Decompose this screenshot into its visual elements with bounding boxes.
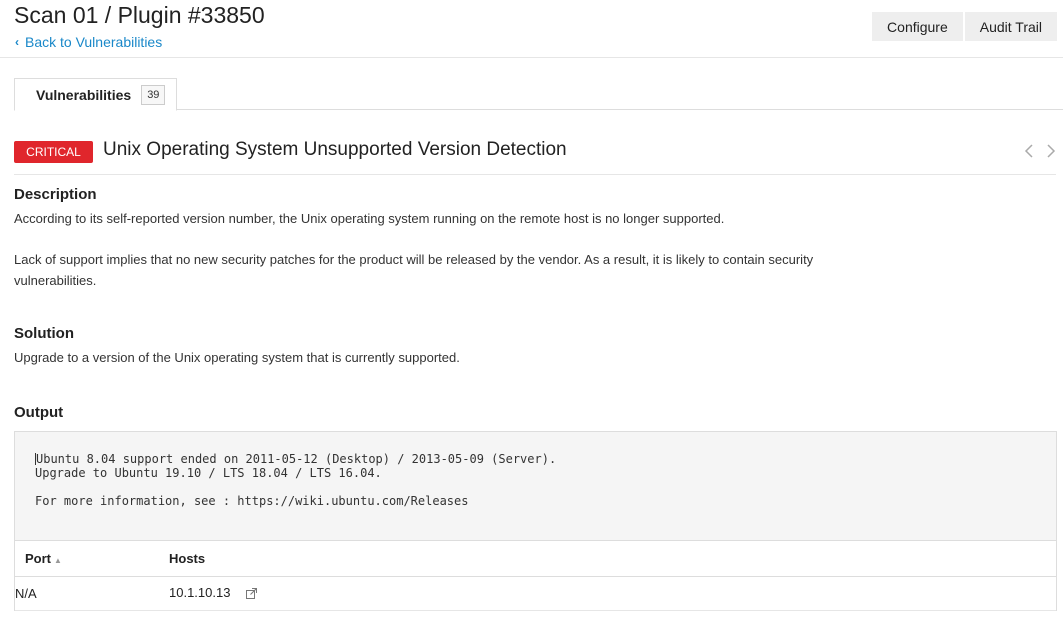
host-link[interactable]: 10.1.10.13 [169, 585, 230, 600]
table-header-row: Port ▲ Hosts [15, 540, 1056, 577]
tabs-bar: Vulnerabilities 39 [14, 78, 1063, 111]
chevron-left-icon: ‹ [15, 35, 19, 49]
header-actions: Configure Audit Trail [872, 12, 1057, 41]
output-line-4: For more information, see : https://wiki… [35, 494, 469, 508]
audit-trail-button[interactable]: Audit Trail [964, 12, 1057, 41]
chevron-right-nav-icon[interactable] [1046, 144, 1056, 163]
sort-asc-icon: ▲ [54, 556, 62, 565]
output-line-1: Ubuntu 8.04 support ended on 2011-05-12 … [36, 452, 557, 466]
description-paragraph-1: According to its self-reported version n… [14, 211, 725, 226]
severity-badge: CRITICAL [14, 141, 93, 163]
port-header-label: Port [25, 551, 51, 566]
tab-label: Vulnerabilities [36, 86, 132, 103]
page-header: Scan 01 / Plugin #33850 ‹ Back to Vulner… [0, 0, 1063, 58]
back-link-label: Back to Vulnerabilities [25, 34, 163, 50]
hosts-table: Port ▲ Hosts N/A 10.1.10.13 [15, 540, 1056, 611]
solution-heading: Solution [14, 325, 74, 342]
hosts-column-header[interactable]: Hosts [169, 540, 1056, 577]
tab-count-badge: 39 [141, 84, 166, 105]
table-row: N/A 10.1.10.13 [15, 576, 1056, 611]
vulnerability-header: CRITICAL Unix Operating System Unsupport… [14, 138, 1056, 175]
page-title: Scan 01 / Plugin #33850 [14, 2, 265, 28]
tab-vulnerabilities[interactable]: Vulnerabilities 39 [14, 78, 178, 111]
vulnerability-nav [1024, 144, 1056, 163]
description-heading: Description [14, 186, 97, 203]
output-line-2: Upgrade to Ubuntu 19.10 / LTS 18.04 / LT… [35, 466, 382, 480]
back-to-vulnerabilities-link[interactable]: ‹ Back to Vulnerabilities [15, 34, 162, 50]
port-cell: N/A [15, 576, 169, 611]
vulnerability-title: Unix Operating System Unsupported Versio… [103, 139, 567, 160]
chevron-left-nav-icon[interactable] [1024, 144, 1034, 163]
host-cell: 10.1.10.13 [169, 576, 1056, 611]
output-heading: Output [14, 404, 64, 421]
plugin-output: Ubuntu 8.04 support ended on 2011-05-12 … [14, 431, 1057, 611]
configure-button[interactable]: Configure [872, 12, 963, 41]
port-column-header[interactable]: Port ▲ [15, 540, 169, 577]
description-paragraph-2: Lack of support implies that no new secu… [14, 252, 814, 288]
solution-text: Upgrade to a version of the Unix operati… [14, 350, 460, 365]
external-link-icon[interactable] [246, 587, 258, 602]
output-text[interactable]: Ubuntu 8.04 support ended on 2011-05-12 … [35, 452, 556, 508]
